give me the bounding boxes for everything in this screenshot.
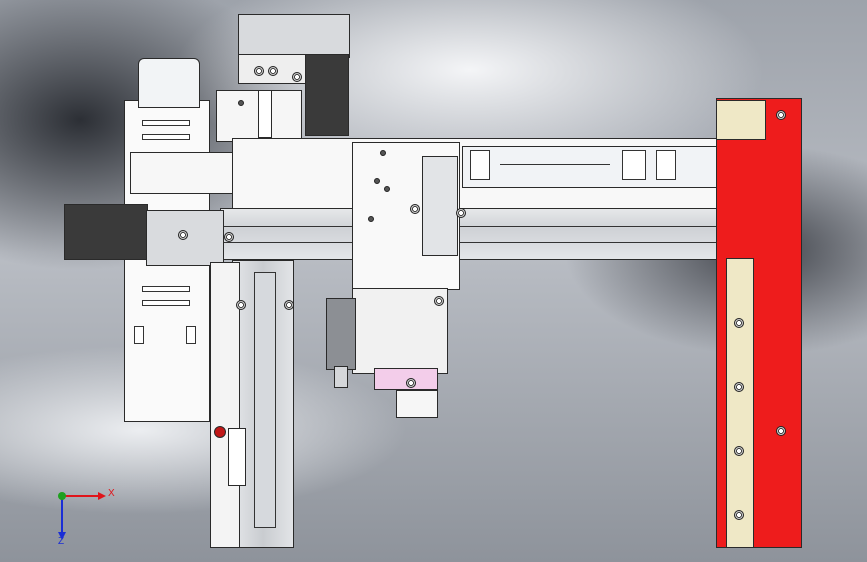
rail-block [656,150,676,180]
x-motor-body [64,204,148,260]
x-axis-label: X [108,488,115,499]
tool-head-side-block [326,298,356,370]
chain-link [142,286,190,292]
nozzle-holder [396,390,438,418]
hole [380,150,386,156]
hole [374,178,380,184]
chain-link [142,134,190,140]
column-channel [254,272,276,528]
rail-block [622,150,646,180]
chain-link [142,300,190,306]
bolt [406,378,416,388]
bolt [236,300,246,310]
cable-chain-loop [138,58,200,108]
carriage-connector [422,156,458,256]
upper-rail-channel [462,146,748,188]
bolt [776,110,786,120]
top-motor-body [305,54,349,136]
bolt [224,232,234,242]
right-top-guide [716,100,766,140]
rail-block [470,150,490,180]
bolt [734,446,744,456]
hole [238,100,244,106]
hole [384,186,390,192]
limit-switch [228,428,246,486]
bolt [434,296,444,306]
nozzle [334,366,348,388]
chain-link [186,326,196,344]
upper-bracket-side [258,90,272,138]
bolt [268,66,278,76]
rail-line [500,164,610,165]
hole [368,216,374,222]
bolt [254,66,264,76]
bolt [734,382,744,392]
bolt [734,318,744,328]
chain-end-bracket [130,152,234,194]
right-guide-rail [726,258,754,548]
profile-groove [222,226,748,227]
profile-groove [222,242,748,243]
axis-triad: X Z [40,478,120,548]
bolt [292,72,302,82]
chain-link [134,326,144,344]
sensor-red-dot [214,426,226,438]
x-axis-profile [220,208,750,260]
bolt [178,230,188,240]
bolt [410,204,420,214]
top-motor-housing [238,14,350,58]
chain-link [142,120,190,126]
bolt [734,510,744,520]
bolt [456,208,466,218]
bolt [776,426,786,436]
cad-viewport[interactable]: X Z [0,0,867,562]
z-axis-label: Z [58,536,65,547]
bolt [284,300,294,310]
